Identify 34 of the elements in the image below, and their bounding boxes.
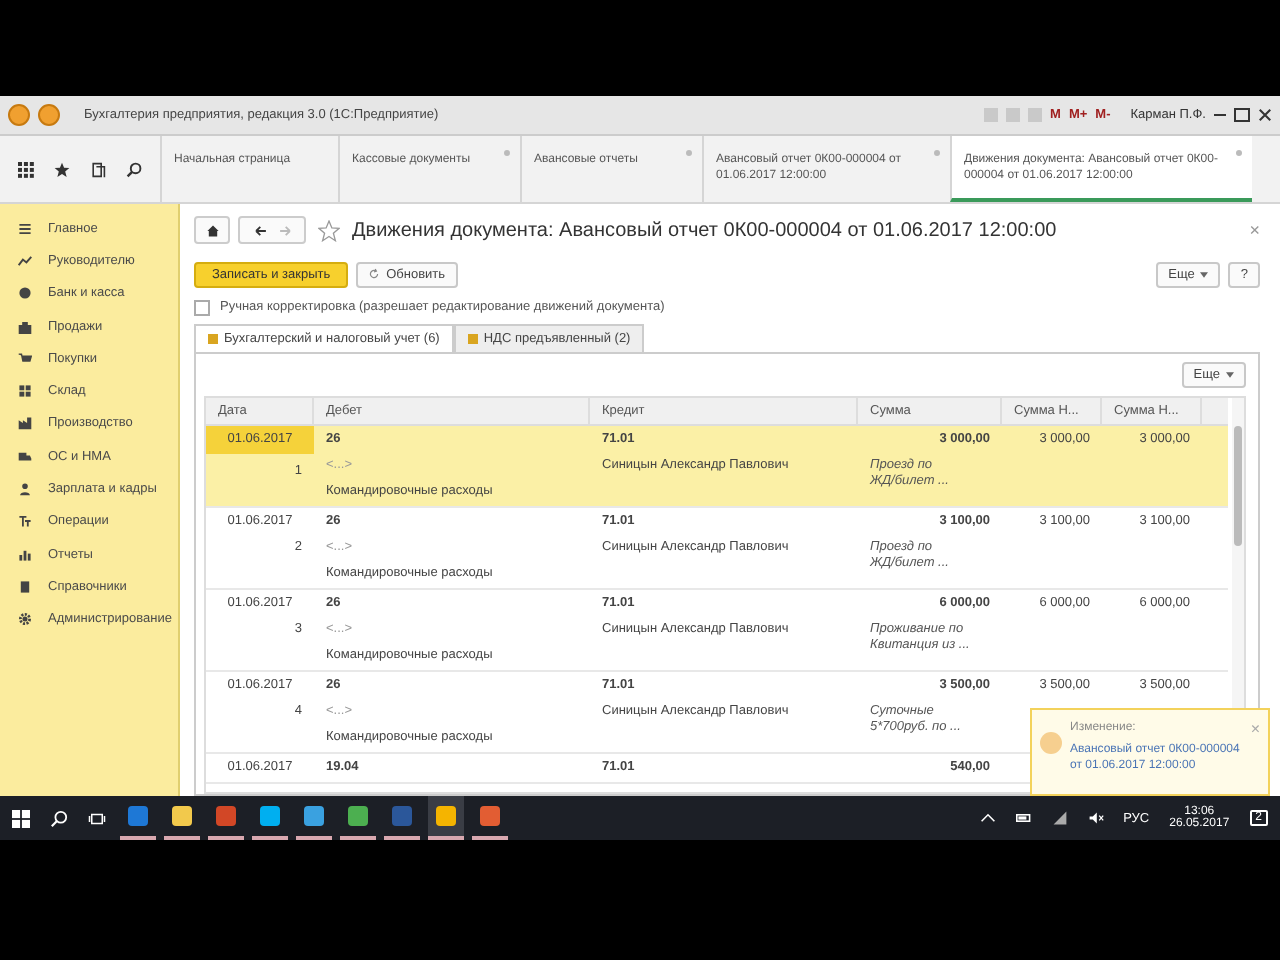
apps-grid-icon[interactable] (18, 161, 34, 177)
truck-icon (18, 449, 32, 464)
trend-icon (18, 253, 32, 268)
home-button[interactable] (194, 216, 230, 244)
checkbox[interactable] (194, 299, 210, 315)
minimize-icon[interactable] (1214, 113, 1226, 117)
windows-start-icon[interactable] (12, 809, 30, 827)
chevron-up-icon[interactable] (979, 810, 996, 826)
person-icon (18, 482, 32, 497)
menu-icon (18, 221, 32, 236)
factory-icon (18, 416, 32, 431)
info-icon (1040, 732, 1062, 754)
close-icon[interactable] (1258, 108, 1272, 122)
battery-icon[interactable] (1015, 810, 1032, 826)
star-icon[interactable] (54, 161, 70, 177)
search-icon[interactable] (126, 161, 142, 177)
search-icon[interactable] (50, 809, 68, 827)
caret-icon (1200, 271, 1209, 277)
wifi-icon[interactable] (1051, 810, 1068, 826)
refresh-icon (368, 268, 381, 280)
bag-icon (18, 319, 32, 334)
speaker-muted-icon[interactable] (1087, 810, 1104, 826)
chart-icon (18, 547, 32, 562)
taskbar-app[interactable] (428, 796, 464, 840)
star-outline-icon[interactable] (318, 219, 340, 241)
cart-icon (18, 351, 32, 366)
maximize-icon[interactable] (1234, 108, 1250, 122)
task-view-icon[interactable] (88, 809, 106, 827)
grid-icon (18, 384, 32, 399)
back-arrow-icon[interactable] (253, 223, 267, 237)
gear-icon (18, 612, 32, 627)
home-icon (205, 223, 219, 237)
form-title: Движения документа: Авансовый отчет 0К00-000004 от 01.06.2017 12:00:00 (352, 219, 1057, 241)
caret-icon (1226, 372, 1234, 378)
